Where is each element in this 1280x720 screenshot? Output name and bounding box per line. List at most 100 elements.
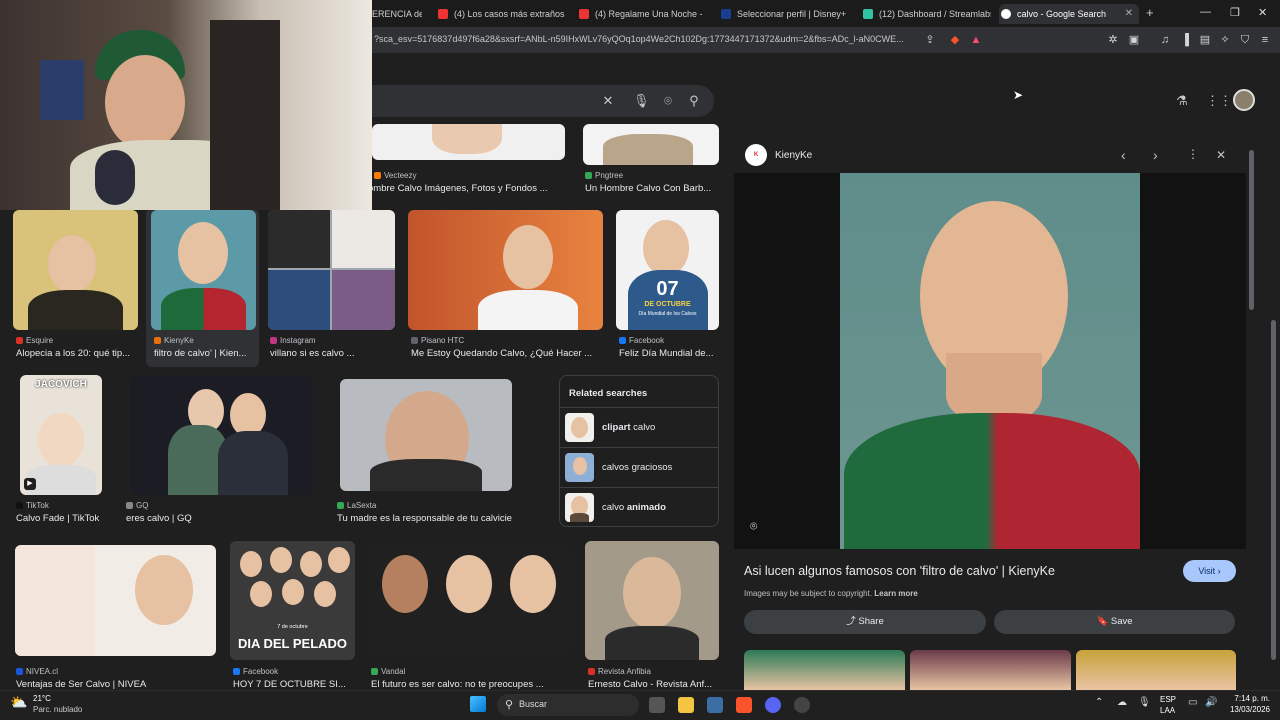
url-field[interactable]: ?sca_esv=5176837d497f6a28&sxsrf=ANbL-n59… — [374, 34, 904, 44]
extensions-icon[interactable]: ✲ — [1106, 33, 1120, 47]
tab-2[interactable]: (4) Los casos más extraños de — [436, 4, 566, 24]
more-options-icon[interactable]: ⋮ — [1187, 147, 1199, 161]
media-icon[interactable]: ♫ — [1158, 33, 1172, 47]
result-image[interactable] — [583, 124, 719, 165]
panel-scrollbar[interactable] — [1249, 150, 1254, 310]
result-image[interactable] — [585, 541, 719, 660]
language[interactable]: ESP — [1160, 695, 1176, 704]
rewards-icon[interactable]: ▲ — [969, 33, 983, 47]
result-image[interactable] — [151, 210, 256, 330]
result-image[interactable] — [340, 379, 512, 491]
result-image[interactable] — [13, 210, 138, 330]
result-caption[interactable]: HOY 7 DE OCTUBRE SI... — [233, 679, 355, 690]
visit-button[interactable]: Visit › — [1183, 560, 1236, 582]
result-image[interactable] — [15, 545, 216, 656]
start-icon[interactable] — [470, 696, 486, 712]
labs-icon[interactable]: ⚗ — [1174, 93, 1190, 109]
source-label: Vandal — [371, 667, 405, 676]
screenshot-icon[interactable]: ▣ — [1127, 33, 1141, 47]
result-caption[interactable]: Calvo Fade | TikTok — [16, 513, 126, 524]
prev-icon[interactable]: ‹ — [1121, 147, 1126, 163]
mic-tray-icon[interactable]: 🎙 — [1138, 697, 1151, 708]
brave-shield-icon[interactable]: ◆ — [948, 33, 962, 47]
close-tab-icon[interactable]: ✕ — [1125, 4, 1133, 24]
related-text: calvo — [630, 422, 656, 433]
network-tray-icon[interactable]: ☁ — [1117, 697, 1127, 708]
tab-5[interactable]: (12) Dashboard / Streamlabs — [861, 4, 991, 24]
close-panel-icon[interactable]: ✕ — [1216, 148, 1226, 162]
tab-3[interactable]: (4) Regalame Una Noche - — [577, 4, 707, 24]
result-caption[interactable]: eres calvo | GQ — [126, 513, 313, 524]
lens-icon[interactable]: ⌾ — [660, 93, 676, 109]
obs-icon[interactable] — [794, 697, 810, 713]
clock-date[interactable]: 13/03/2026 — [1222, 705, 1270, 714]
related-image[interactable] — [910, 650, 1071, 690]
leo-icon[interactable]: ✧ — [1218, 33, 1232, 47]
sidebar-icon[interactable]: ▐ — [1178, 33, 1192, 47]
related-item[interactable]: calvos graciosos — [560, 447, 718, 487]
result-caption[interactable]: El futuro es ser calvo: no te preocupes … — [371, 679, 571, 690]
next-icon[interactable]: › — [1153, 147, 1158, 163]
maximize-icon[interactable]: ❐ — [1230, 6, 1240, 19]
file-explorer-icon[interactable] — [678, 697, 694, 713]
result-caption[interactable]: filtro de calvo' | Kien... — [154, 348, 254, 359]
lens-search-icon[interactable]: ⌾ — [750, 519, 757, 534]
result-caption[interactable]: Me Estoy Quedando Calvo, ¿Qué Hacer ... — [411, 348, 603, 359]
result-image[interactable] — [130, 375, 313, 495]
task-view-icon[interactable] — [649, 697, 665, 713]
search-icon[interactable]: ⚲ — [686, 93, 702, 109]
share-page-icon[interactable]: ⇪ — [923, 33, 937, 47]
result-image[interactable]: 07 DE OCTUBRE Día Mundial de los Calvos — [616, 210, 719, 330]
new-tab-icon[interactable]: + — [1146, 5, 1154, 20]
save-button[interactable]: 🔖 Save — [994, 610, 1235, 634]
monitor-icon[interactable]: ▭ — [1188, 697, 1197, 708]
result-caption[interactable]: Ernesto Calvo - Revista Anf... — [588, 679, 719, 690]
result-caption[interactable]: villano si es calvo ... — [270, 348, 395, 359]
learn-more-link[interactable]: Learn more — [874, 589, 918, 598]
site-name[interactable]: KienyKe — [775, 150, 812, 161]
result-image[interactable] — [370, 545, 570, 656]
result-image[interactable] — [268, 210, 395, 330]
result-caption[interactable]: Tu madre es la responsable de tu calvici… — [337, 513, 547, 524]
avatar[interactable] — [1233, 89, 1255, 111]
tab-4[interactable]: Seleccionar perfil | Disney+ — [719, 4, 849, 24]
related-image[interactable] — [1076, 650, 1236, 690]
wallet-icon[interactable]: ▤ — [1198, 33, 1212, 47]
page-scrollbar[interactable] — [1271, 320, 1276, 660]
result-image[interactable]: JACOVICH ▶ — [20, 375, 102, 495]
discord-icon[interactable] — [765, 697, 781, 713]
related-item[interactable]: calvo animado — [560, 487, 718, 527]
mic-icon[interactable]: 🎙 — [633, 93, 650, 109]
result-caption[interactable]: ombre Calvo Imágenes, Fotos y Fondos ... — [368, 183, 563, 194]
result-image[interactable]: 7 de octubre DIA DEL PELADO — [230, 541, 355, 660]
tab-label: Seleccionar perfil | Disney+ — [737, 9, 847, 19]
layout[interactable]: LAA — [1160, 706, 1175, 715]
store-icon[interactable] — [707, 697, 723, 713]
preview-image[interactable]: ⌾ — [734, 173, 1246, 549]
result-image[interactable] — [372, 124, 565, 160]
tray-chevron-icon[interactable]: ⌃ — [1095, 697, 1103, 708]
minimize-icon[interactable]: — — [1200, 6, 1211, 18]
taskbar-search[interactable]: ⚲ Buscar — [497, 694, 639, 716]
volume-icon[interactable]: 🔊 — [1205, 697, 1217, 708]
site-logo-icon: K — [745, 144, 767, 166]
preview-title[interactable]: Asi lucen algunos famosos con 'filtro de… — [744, 564, 1055, 578]
result-image[interactable] — [408, 210, 603, 330]
result-caption[interactable]: Feliz Día Mundial de... — [619, 348, 719, 359]
vpn-icon[interactable]: ⛉ — [1238, 33, 1252, 47]
weather-icon[interactable]: ⛅ — [10, 694, 27, 711]
menu-icon[interactable]: ≡ — [1258, 33, 1272, 47]
result-caption[interactable]: Ventajas de Ser Calvo | NIVEA — [16, 679, 216, 690]
result-caption[interactable]: Alopecia a los 20: qué tip... — [16, 348, 138, 359]
apps-icon[interactable]: ⋮⋮ — [1206, 93, 1232, 109]
share-button[interactable]: ⤴ Share — [744, 610, 986, 634]
result-caption[interactable]: Un Hombre Calvo Con Barb... — [585, 183, 719, 194]
related-item[interactable]: clipart calvo — [560, 407, 718, 447]
tab-label: (4) Regalame Una Noche - — [595, 9, 703, 19]
clock-time[interactable]: 7:14 p. m. — [1222, 694, 1270, 703]
close-window-icon[interactable]: ✕ — [1258, 6, 1267, 19]
clear-icon[interactable]: ✕ — [600, 93, 616, 109]
related-image[interactable] — [744, 650, 905, 690]
tab-active[interactable]: calvo - Google Search ✕ — [999, 4, 1139, 24]
brave-icon[interactable] — [736, 697, 752, 713]
